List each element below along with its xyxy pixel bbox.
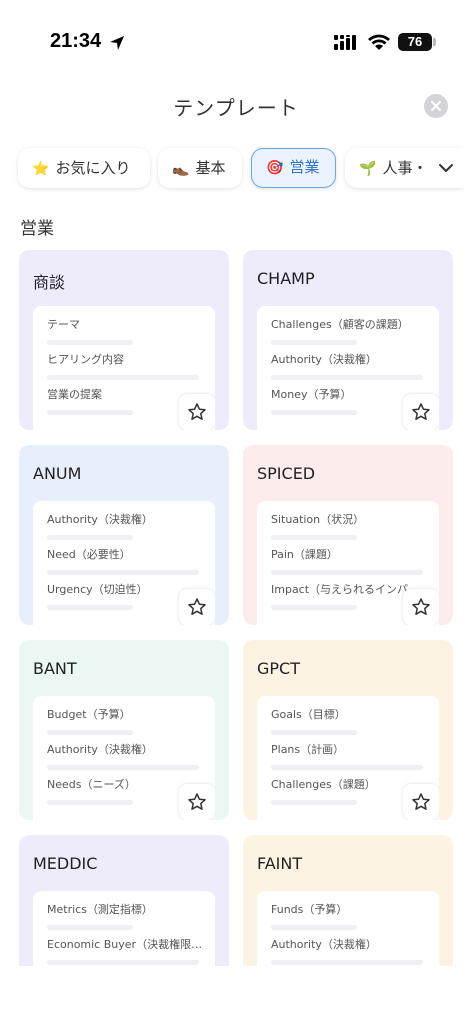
template-card-gpct[interactable]: GPCT Goals（目標） Plans（計画） Challenges（課題）: [243, 640, 453, 820]
card-preview: Metrics（測定指標） Economic Buyer（決裁権限…: [33, 891, 215, 966]
card-title: GPCT: [257, 659, 300, 678]
preview-field: Challenges（顧客の課題）: [271, 316, 431, 345]
favorite-button[interactable]: [179, 394, 215, 430]
card-preview: Challenges（顧客の課題） Authority（決裁権） Money（予…: [257, 306, 439, 430]
template-card-meddic[interactable]: MEDDIC Metrics（測定指標） Economic Buyer（決裁権限…: [19, 835, 229, 966]
favorite-button[interactable]: [179, 784, 215, 820]
favorite-button[interactable]: [403, 394, 439, 430]
card-preview: Funds（予算） Authority（決裁権）: [257, 891, 439, 966]
preview-field: Plans（計画）: [271, 741, 431, 770]
preview-field: テーマ: [47, 316, 207, 345]
preview-field: Authority（決裁権）: [271, 936, 431, 965]
star-outline-icon: [188, 598, 206, 615]
star-outline-icon: [412, 403, 430, 420]
preview-field: ヒアリング内容: [47, 351, 207, 380]
preview-field: Economic Buyer（決裁権限…: [47, 936, 207, 965]
card-preview: Goals（目標） Plans（計画） Challenges（課題）: [257, 696, 439, 820]
template-card-spiced[interactable]: SPICED Situation（状況） Pain（課題） Impact（与えら…: [243, 445, 453, 625]
star-outline-icon: [188, 403, 206, 420]
preview-field: Funds（予算）: [271, 901, 431, 930]
card-title: 商談: [33, 273, 66, 292]
card-title: BANT: [33, 659, 77, 678]
preview-field: Need（必要性）: [47, 546, 207, 575]
card-title: CHAMP: [257, 269, 315, 288]
template-card-champ[interactable]: CHAMP Challenges（顧客の課題） Authority（決裁権） M…: [243, 250, 453, 430]
star-outline-icon: [412, 793, 430, 810]
preview-field: Authority（決裁権）: [47, 741, 207, 770]
preview-field: Situation（状況）: [271, 511, 431, 540]
favorite-button[interactable]: [403, 784, 439, 820]
card-preview: テーマ ヒアリング内容 営業の提案: [33, 306, 215, 430]
card-preview: Budget（予算） Authority（決裁権） Needs（ニーズ）: [33, 696, 215, 820]
card-preview: Authority（決裁権） Need（必要性） Urgency（切迫性）: [33, 501, 215, 625]
preview-field: Authority（決裁権）: [47, 511, 207, 540]
preview-field: Authority（決裁権）: [271, 351, 431, 380]
star-outline-icon: [412, 598, 430, 615]
card-title: SPICED: [257, 464, 316, 483]
template-card-bant[interactable]: BANT Budget（予算） Authority（決裁権） Needs（ニーズ…: [19, 640, 229, 820]
card-title: ANUM: [33, 464, 82, 483]
star-outline-icon: [188, 793, 206, 810]
favorite-button[interactable]: [179, 589, 215, 625]
preview-field: Goals（目標）: [271, 706, 431, 735]
template-card-anum[interactable]: ANUM Authority（決裁権） Need（必要性） Urgency（切迫…: [19, 445, 229, 625]
card-title: FAINT: [257, 854, 303, 873]
card-title: MEDDIC: [33, 854, 98, 873]
preview-field: Pain（課題）: [271, 546, 431, 575]
template-card-faint[interactable]: FAINT Funds（予算） Authority（決裁権）: [243, 835, 453, 966]
favorite-button[interactable]: [403, 589, 439, 625]
template-grid: 商談 テーマ ヒアリング内容 営業の提案 CHAMP Challenges（顧客…: [0, 0, 472, 966]
template-card-shodan[interactable]: 商談 テーマ ヒアリング内容 営業の提案: [19, 250, 229, 430]
preview-field: Metrics（測定指標）: [47, 901, 207, 930]
bottom-safe-area: [0, 966, 472, 1024]
preview-field: Budget（予算）: [47, 706, 207, 735]
card-preview: Situation（状況） Pain（課題） Impact（与えられるインパクト…: [257, 501, 439, 625]
